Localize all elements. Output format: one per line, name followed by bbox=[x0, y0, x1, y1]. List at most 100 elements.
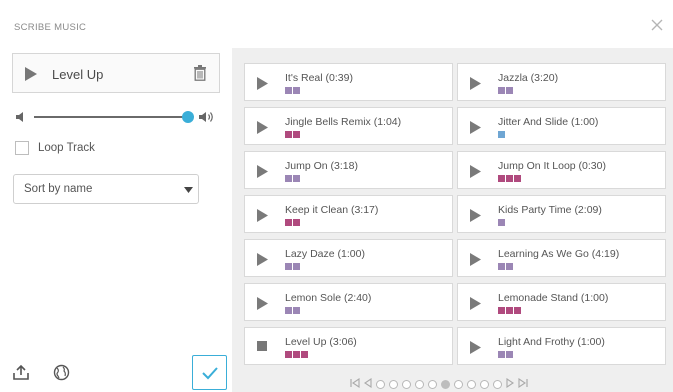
track-card[interactable]: Light And Frothy (1:00) bbox=[457, 327, 666, 365]
track-card[interactable]: Lemonade Stand (1:00) bbox=[457, 283, 666, 321]
caret-down-icon bbox=[184, 187, 193, 193]
trash-icon[interactable] bbox=[193, 65, 207, 81]
genre-tag bbox=[506, 307, 513, 314]
next-page-icon[interactable] bbox=[506, 375, 514, 392]
track-card[interactable]: Learning As We Go (4:19) bbox=[457, 239, 666, 277]
page-dot[interactable] bbox=[441, 379, 450, 389]
genre-tag bbox=[293, 131, 300, 138]
genre-tag bbox=[498, 263, 505, 270]
app-title: SCRIBE MUSIC bbox=[14, 22, 87, 33]
track-tags bbox=[285, 307, 300, 314]
page-dot[interactable] bbox=[402, 379, 411, 389]
track-tags bbox=[498, 87, 513, 94]
check-icon bbox=[202, 367, 218, 380]
track-title: Lazy Daze (1:00) bbox=[285, 248, 365, 260]
track-tags bbox=[285, 131, 300, 138]
confirm-button[interactable] bbox=[192, 355, 227, 390]
volume-slider-track[interactable] bbox=[34, 116, 187, 118]
genre-tag bbox=[506, 351, 513, 358]
track-title: Level Up (3:06) bbox=[285, 336, 357, 348]
play-icon[interactable] bbox=[470, 341, 481, 354]
page-dot[interactable] bbox=[480, 379, 489, 389]
genre-tag bbox=[293, 307, 300, 314]
loop-track-checkbox[interactable] bbox=[15, 141, 29, 155]
track-card[interactable]: Keep it Clean (3:17) bbox=[244, 195, 453, 233]
play-icon[interactable] bbox=[257, 77, 268, 90]
track-card[interactable]: Jitter And Slide (1:00) bbox=[457, 107, 666, 145]
track-card[interactable]: Jump On (3:18) bbox=[244, 151, 453, 189]
track-tags bbox=[285, 87, 300, 94]
track-tags bbox=[285, 351, 308, 358]
track-card[interactable]: Lazy Daze (1:00) bbox=[244, 239, 453, 277]
track-title: Jingle Bells Remix (1:04) bbox=[285, 116, 402, 128]
track-tags bbox=[285, 175, 300, 182]
genre-tag bbox=[285, 131, 292, 138]
track-title: Jitter And Slide (1:00) bbox=[498, 116, 599, 128]
track-tags bbox=[285, 219, 300, 226]
play-icon[interactable] bbox=[470, 297, 481, 310]
play-icon[interactable] bbox=[257, 121, 268, 134]
pagination bbox=[350, 377, 528, 389]
genre-tag bbox=[285, 263, 292, 270]
track-title: Kids Party Time (2:09) bbox=[498, 204, 602, 216]
track-title: Jazzla (3:20) bbox=[498, 72, 559, 84]
genre-tag bbox=[301, 351, 308, 358]
page-dot[interactable] bbox=[493, 379, 502, 389]
prev-page-icon[interactable] bbox=[364, 375, 372, 392]
play-icon[interactable] bbox=[257, 165, 268, 178]
page-dot[interactable] bbox=[454, 379, 463, 389]
track-title: Jump On It Loop (0:30) bbox=[498, 160, 606, 172]
track-title: Keep it Clean (3:17) bbox=[285, 204, 379, 216]
genre-tag bbox=[498, 131, 505, 138]
track-card[interactable]: Level Up (3:06) bbox=[244, 327, 453, 365]
first-page-icon[interactable] bbox=[350, 375, 360, 392]
track-title: Learning As We Go (4:19) bbox=[498, 248, 620, 260]
track-card[interactable]: It's Real (0:39) bbox=[244, 63, 453, 101]
play-icon[interactable] bbox=[257, 209, 268, 222]
page-dot[interactable] bbox=[428, 379, 437, 389]
upload-icon[interactable] bbox=[12, 364, 30, 381]
track-list-panel: It's Real (0:39) Jazzla (3:20) Jingle Bell… bbox=[232, 48, 673, 392]
page-dot[interactable] bbox=[415, 379, 424, 389]
track-tags bbox=[498, 219, 505, 226]
track-grid: It's Real (0:39) Jazzla (3:20) Jingle Bell… bbox=[244, 63, 673, 365]
track-tags bbox=[285, 263, 300, 270]
genre-tag bbox=[293, 263, 300, 270]
track-title: Light And Frothy (1:00) bbox=[498, 336, 605, 348]
volume-low-icon bbox=[16, 112, 23, 122]
play-icon[interactable] bbox=[257, 297, 268, 310]
page-dot[interactable] bbox=[376, 379, 385, 389]
play-icon[interactable] bbox=[470, 209, 481, 222]
page-dot[interactable] bbox=[467, 379, 476, 389]
genre-tag bbox=[293, 351, 300, 358]
play-icon[interactable] bbox=[470, 77, 481, 90]
play-icon[interactable] bbox=[257, 253, 268, 266]
genre-tag bbox=[498, 351, 505, 358]
track-tags bbox=[498, 263, 513, 270]
play-icon[interactable] bbox=[470, 165, 481, 178]
globe-icon[interactable] bbox=[53, 364, 70, 381]
volume-slider-thumb[interactable] bbox=[182, 111, 194, 123]
genre-tag bbox=[514, 175, 521, 182]
genre-tag bbox=[506, 87, 513, 94]
track-card[interactable]: Jump On It Loop (0:30) bbox=[457, 151, 666, 189]
track-card[interactable]: Lemon Sole (2:40) bbox=[244, 283, 453, 321]
track-card[interactable]: Jingle Bells Remix (1:04) bbox=[244, 107, 453, 145]
sort-dropdown[interactable]: Sort by name bbox=[13, 174, 199, 204]
genre-tag bbox=[285, 87, 292, 94]
genre-tag bbox=[506, 263, 513, 270]
title-bar: SCRIBE MUSIC bbox=[0, 0, 673, 48]
play-icon[interactable] bbox=[25, 67, 37, 81]
now-playing-card: Level Up bbox=[12, 53, 220, 93]
genre-tag bbox=[506, 175, 513, 182]
track-title: Jump On (3:18) bbox=[285, 160, 358, 172]
close-icon[interactable] bbox=[648, 16, 666, 34]
play-icon[interactable] bbox=[470, 121, 481, 134]
play-icon[interactable] bbox=[470, 253, 481, 266]
page-dot[interactable] bbox=[389, 379, 398, 389]
track-card[interactable]: Jazzla (3:20) bbox=[457, 63, 666, 101]
track-card[interactable]: Kids Party Time (2:09) bbox=[457, 195, 666, 233]
stop-icon[interactable] bbox=[257, 341, 268, 352]
volume-high-icon bbox=[199, 112, 213, 122]
last-page-icon[interactable] bbox=[518, 375, 528, 392]
